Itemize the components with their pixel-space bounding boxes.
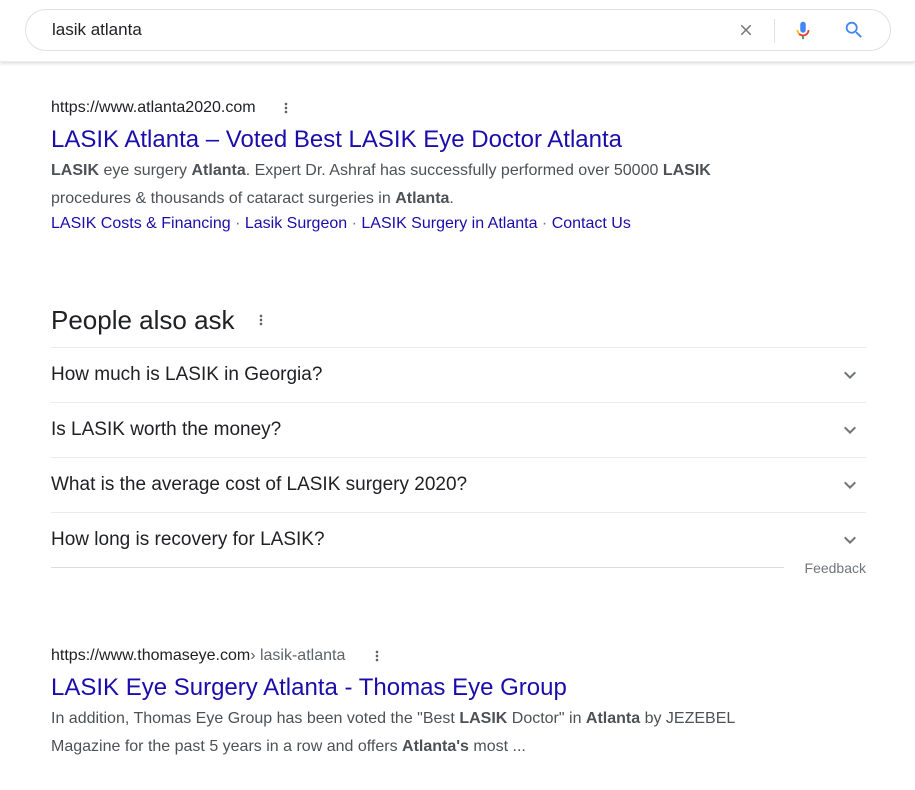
snippet-highlight: Atlanta [585, 710, 641, 727]
result-url-row: https://www.atlanta2020.com [51, 98, 871, 118]
sitelink-separator: · [537, 215, 552, 232]
search-input[interactable] [52, 10, 712, 50]
result-url[interactable]: https://www.thomaseye.com [51, 647, 250, 665]
snippet-highlight: LASIK [459, 710, 508, 727]
snippet-text: In addition, Thomas Eye Group has been v… [51, 710, 460, 727]
chevron-down-icon [838, 363, 862, 387]
result-options-button[interactable] [367, 646, 387, 666]
result-title-link[interactable]: LASIK Atlanta – Voted Best LASIK Eye Doc… [51, 125, 871, 155]
snippet-text: . [449, 190, 454, 207]
snippet-highlight: LASIK [51, 162, 99, 179]
sitelink-lasik-surgeon[interactable]: Lasik Surgeon [245, 215, 347, 232]
paa-question-row[interactable]: Is LASIK worth the money? [51, 402, 866, 457]
clear-search-button[interactable] [733, 17, 759, 43]
snippet-text: by JEZEBEL [640, 710, 736, 727]
result-title-link[interactable]: LASIK Eye Surgery Atlanta - Thomas Eye G… [51, 673, 871, 703]
paa-question-row[interactable]: What is the average cost of LASIK surger… [51, 457, 866, 512]
sitelink-separator: · [230, 215, 245, 232]
result-options-button[interactable] [276, 98, 296, 118]
close-icon [740, 24, 752, 36]
paa-question: How long is recovery for LASIK? [51, 529, 325, 550]
more-vert-icon [259, 314, 262, 326]
snippet-highlight: LASIK [662, 162, 711, 179]
chevron-down-icon [838, 528, 862, 552]
result-sitelinks: LASIK Costs & Financing · Lasik Surgeon … [51, 212, 871, 236]
search-header [0, 0, 915, 62]
paa-options-button[interactable] [251, 310, 271, 330]
paa-question-row[interactable]: How much is LASIK in Georgia? [51, 347, 866, 402]
snippet-text: Magazine for the past 5 years in a row a… [51, 738, 403, 755]
sitelink-contact-us[interactable]: Contact Us [552, 215, 631, 232]
feedback-link[interactable]: Feedback [805, 560, 866, 576]
chevron-down-icon [838, 473, 862, 497]
voice-search-button[interactable] [790, 17, 816, 43]
people-also-ask: People also ask How much is LASIK in Geo… [51, 298, 866, 589]
search-box [25, 9, 891, 51]
result-url-row: https://www.thomaseye.com › lasik-atlant… [51, 646, 871, 666]
snippet-text: Doctor" in [507, 710, 586, 727]
paa-question: How much is LASIK in Georgia? [51, 364, 323, 385]
paa-header: People also ask [51, 298, 866, 342]
result-snippet: In addition, Thomas Eye Group has been v… [51, 705, 871, 761]
search-result: https://www.thomaseye.com › lasik-atlant… [51, 646, 871, 761]
snippet-text: procedures & thousands of cataract surge… [51, 190, 396, 207]
search-result: https://www.atlanta2020.com LASIK Atlant… [51, 98, 871, 236]
search-button[interactable] [841, 17, 867, 43]
sitelink-separator: · [347, 215, 362, 232]
snippet-text: eye surgery [99, 162, 192, 179]
sitelink-costs-financing[interactable]: LASIK Costs & Financing [51, 215, 231, 232]
sitelink-lasik-surgery-atlanta[interactable]: LASIK Surgery in Atlanta [361, 215, 537, 232]
paa-question-row[interactable]: How long is recovery for LASIK? [51, 512, 866, 567]
snippet-text: most ... [468, 738, 526, 755]
chevron-down-icon [838, 418, 862, 442]
microphone-icon [796, 21, 810, 40]
snippet-text: . Expert Dr. Ashraf has successfully per… [245, 162, 663, 179]
snippet-highlight: Atlanta's [402, 738, 469, 755]
paa-question: What is the average cost of LASIK surger… [51, 474, 468, 495]
paa-title: People also ask [51, 304, 235, 335]
snippet-highlight: Atlanta [395, 190, 450, 207]
more-vert-icon [284, 102, 287, 114]
more-vert-icon [376, 650, 379, 662]
result-snippet: LASIK eye surgery Atlanta. Expert Dr. As… [51, 157, 871, 213]
snippet-highlight: Atlanta [191, 162, 246, 179]
paa-footer: Feedback [51, 560, 866, 589]
paa-question: Is LASIK worth the money? [51, 419, 282, 440]
search-box-divider [774, 19, 775, 43]
result-breadcrumb-path: › lasik-atlanta [250, 647, 346, 664]
search-icon [845, 21, 862, 38]
result-url[interactable]: https://www.atlanta2020.com [51, 99, 256, 117]
